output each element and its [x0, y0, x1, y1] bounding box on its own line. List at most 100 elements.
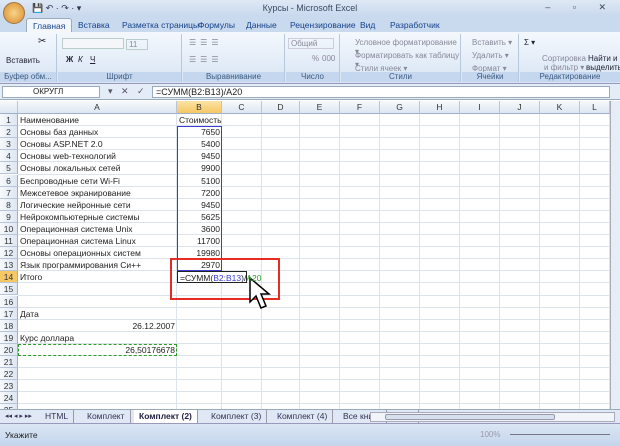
align-icons[interactable]: ☰☰☰ [189, 38, 223, 47]
tab-7[interactable]: Разработчик [390, 18, 440, 32]
cell-a2[interactable]: Основы баз данных [18, 126, 177, 138]
column-header-C[interactable]: C [222, 101, 262, 114]
row-header[interactable]: 5 [0, 162, 18, 175]
tab-2[interactable]: Разметка страницы [122, 18, 199, 32]
cell-a13[interactable]: Язык программирования Си++ [18, 259, 177, 271]
cell-a10[interactable]: Операционная система Unix [18, 223, 177, 235]
row-header[interactable]: 12 [0, 247, 18, 260]
row-header[interactable]: 18 [0, 319, 18, 332]
quick-access-toolbar[interactable]: 💾 ↶ · ↷ · ▾ [32, 3, 81, 14]
office-button[interactable] [3, 2, 25, 24]
row-header[interactable]: 4 [0, 150, 18, 163]
row-header[interactable]: 21 [0, 356, 18, 368]
sheet-tab-1[interactable]: Комплект [82, 410, 131, 423]
tab-0[interactable]: Главная [26, 18, 73, 32]
cell-a18[interactable]: 26.12.2007 [18, 320, 177, 332]
row-header[interactable]: 19 [0, 331, 18, 344]
row-header[interactable]: 9 [0, 210, 18, 223]
row-header[interactable]: 8 [0, 198, 18, 211]
row-header[interactable]: 23 [0, 380, 18, 393]
sheet-tab-0[interactable]: HTML [40, 410, 75, 423]
zoom-slider[interactable] [510, 434, 610, 435]
cell-a7[interactable]: Межсетевое экранирование [18, 187, 177, 199]
column-header-J[interactable]: J [500, 101, 540, 114]
column-header-K[interactable]: K [540, 101, 580, 114]
cell-a8[interactable]: Логические нейронные сети [18, 199, 177, 211]
formula-input[interactable]: =СУММ(B2:B13)/A20 [152, 86, 610, 98]
sheet-tab-4[interactable]: Комплект (4) [272, 410, 334, 423]
row-header[interactable]: 1 [0, 114, 18, 126]
font-size-select[interactable]: 11 [126, 39, 148, 50]
cell-b14-editing[interactable]: =СУММ(B2:B13)/A20 [177, 271, 261, 284]
row-header[interactable]: 3 [0, 138, 18, 151]
zoom-level[interactable]: 100% [480, 430, 500, 439]
cell-a11[interactable]: Операционная система Linux [18, 235, 177, 247]
column-header-A[interactable]: A [18, 101, 177, 114]
underline-button[interactable]: Ч [90, 55, 95, 64]
ribbon-tabs: Главная Вставка Разметка страницы Формулы Да… [0, 16, 620, 32]
paste-button[interactable]: Вставить [6, 56, 40, 65]
row-header[interactable]: 22 [0, 368, 18, 381]
row-header[interactable]: 10 [0, 222, 18, 235]
cell-a3[interactable]: Основы ASP.NET 2.0 [18, 138, 177, 150]
column-header-D[interactable]: D [262, 101, 300, 114]
row-header[interactable]: 24 [0, 392, 18, 405]
tab-4[interactable]: Данные [246, 18, 277, 32]
row-header[interactable]: 7 [0, 186, 18, 199]
percent-button[interactable]: % [312, 54, 319, 63]
vertical-scrollbar[interactable] [610, 101, 620, 409]
column-header-E[interactable]: E [300, 101, 340, 114]
cell-a14[interactable]: Итого [18, 271, 177, 283]
sheet-tab-3[interactable]: Комплект (3) [206, 410, 268, 423]
column-header-I[interactable]: I [460, 101, 500, 114]
number-format-select[interactable]: Общий [288, 38, 334, 49]
row-header[interactable]: 15 [0, 283, 18, 296]
row-header[interactable]: 2 [0, 126, 18, 139]
tab-3[interactable]: Формулы [198, 18, 235, 32]
cell-a19[interactable]: Курс доллара [18, 332, 177, 344]
find-select-button[interactable]: Найти и [588, 54, 618, 63]
cut-icon[interactable]: ✂ [38, 36, 46, 47]
tab-5[interactable]: Рецензирование [290, 18, 356, 32]
autosum-button[interactable]: Σ ▾ [524, 38, 535, 47]
tab-6[interactable]: Вид [360, 18, 375, 32]
scroll-thumb[interactable] [385, 414, 555, 420]
cell-a5[interactable]: Основы локальных сетей [18, 162, 177, 174]
column-header-H[interactable]: H [420, 101, 460, 114]
cell-a4[interactable]: Основы web-технологий [18, 150, 177, 162]
insert-cells-button[interactable]: Вставить ▾ [472, 38, 512, 47]
cell-b1[interactable]: Стоимость [177, 114, 222, 126]
column-header-G[interactable]: G [380, 101, 420, 114]
worksheet-grid[interactable]: A B C D E F G H I J K L 1 Наименование Стоимость 2 Основ… [0, 101, 610, 417]
align-icons-2[interactable]: ☰☰☰ [189, 55, 223, 64]
row-header[interactable]: 20 [0, 343, 18, 356]
row-header[interactable]: 11 [0, 235, 18, 247]
row-header[interactable]: 13 [0, 259, 18, 272]
column-header-L[interactable]: L [580, 101, 610, 114]
italic-button[interactable]: К [78, 55, 83, 64]
cell-a6[interactable]: Беспроводные сети Wi-Fi [18, 175, 177, 187]
cell-a1[interactable]: Наименование [18, 114, 177, 126]
horizontal-scrollbar[interactable] [370, 412, 615, 422]
name-box[interactable]: ОКРУГЛ [2, 86, 100, 98]
window-controls[interactable]: – ▫ ✕ [545, 2, 616, 13]
row-header[interactable]: 14 [0, 271, 18, 284]
delete-cells-button[interactable]: Удалить ▾ [472, 51, 509, 60]
column-header-B[interactable]: B [177, 101, 222, 114]
column-header-F[interactable]: F [340, 101, 380, 114]
bold-button[interactable]: Ж [66, 55, 73, 64]
sort-filter-label[interactable]: и фильтр ▾ [544, 63, 584, 72]
cell-a9[interactable]: Нейрокомпьютерные системы [18, 211, 177, 223]
select-all-corner[interactable] [0, 101, 18, 114]
row-header[interactable]: 6 [0, 174, 18, 187]
sheet-tab-2[interactable]: Комплект (2) [134, 410, 198, 423]
row-header[interactable]: 17 [0, 307, 18, 320]
cell-a17[interactable]: Дата [18, 308, 177, 320]
row-header[interactable]: 16 [0, 295, 18, 308]
font-name-select[interactable] [62, 38, 124, 49]
tab-1[interactable]: Вставка [78, 18, 110, 32]
sort-filter-button[interactable]: Сортировка [542, 54, 586, 63]
cell-a12[interactable]: Основы операционных систем [18, 247, 177, 259]
thousands-button[interactable]: 000 [322, 54, 335, 63]
sheet-nav-buttons[interactable]: ◂◂ ◂ ▸ ▸▸ [0, 410, 37, 423]
